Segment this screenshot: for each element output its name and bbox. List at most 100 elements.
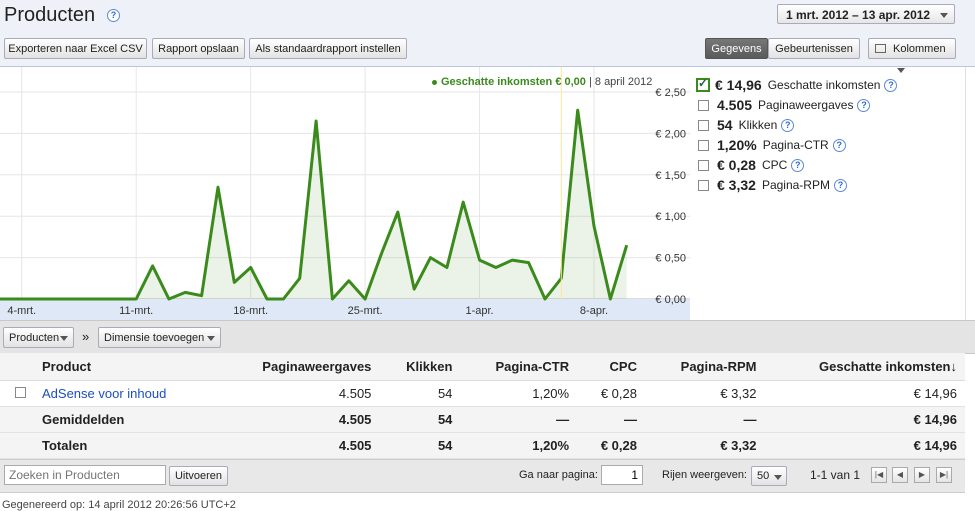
tooltip-date: 8 april 2012 <box>594 76 653 88</box>
dimension-dropdown[interactable]: Producten <box>3 327 74 348</box>
col-product[interactable]: Product <box>34 353 217 381</box>
chevron-down-icon <box>940 13 948 18</box>
avg-earnings: € 14,96 <box>764 406 965 433</box>
metric-label: Geschatte inkomsten <box>767 78 881 92</box>
dimension-label: Producten <box>9 332 60 344</box>
col-earnings[interactable]: Geschatte inkomsten↓ <box>764 353 965 381</box>
first-page-button[interactable]: |◀ <box>871 467 887 483</box>
metric-row[interactable]: 54 Klikken? <box>698 115 968 135</box>
avg-cpc: — <box>577 406 645 433</box>
table-row: AdSense voor inhoud 4.505 54 1,20% € 0,2… <box>0 380 965 407</box>
x-tick-label: 25-mrt. <box>348 305 383 317</box>
chart-tooltip: Geschatte inkomsten € 0,00 | 8 april 201… <box>432 76 652 88</box>
page-title: Producten <box>4 4 96 26</box>
rows-per-page-select[interactable]: 50 <box>751 466 787 486</box>
col-pageviews[interactable]: Paginaweergaves <box>216 353 380 381</box>
metric-value: 4.505 <box>717 97 753 113</box>
metric-checkbox[interactable] <box>698 119 709 131</box>
next-page-button[interactable]: ▶ <box>914 467 930 483</box>
metric-label: Pagina-CTR <box>762 138 829 152</box>
chevron-down-icon <box>60 336 68 341</box>
chevron-down-icon <box>897 67 905 73</box>
cell-rpm: € 3,32 <box>644 380 765 407</box>
col-rpm[interactable]: Pagina-RPM <box>644 353 765 381</box>
search-input[interactable] <box>4 465 166 485</box>
col-ctr[interactable]: Pagina-CTR <box>460 353 578 381</box>
table-header-row: Product Paginaweergaves Klikken Pagina-C… <box>0 353 965 381</box>
metric-checkbox[interactable] <box>696 76 710 92</box>
y-tick-label: € 0,00 <box>655 294 686 306</box>
chevron-down-icon <box>774 475 782 480</box>
metric-checkbox[interactable] <box>698 179 709 191</box>
add-dimension-dropdown[interactable]: Dimensie toevoegen <box>98 327 221 348</box>
help-icon[interactable]: ? <box>832 138 846 152</box>
x-tick-label: 18-mrt. <box>233 305 268 317</box>
metric-value: 1,20% <box>717 137 757 153</box>
metric-selector: € 14,96 Geschatte inkomsten? 4.505 Paginawe… <box>696 75 968 195</box>
earnings-chart[interactable]: € 0,00 € 0,50 € 1,00 € 1,50 € 2,00 € 2,50 4-mr… <box>0 67 690 320</box>
x-tick-label: 8-apr. <box>580 305 608 317</box>
metric-label: CPC <box>761 158 788 172</box>
cell-cpc: € 0,28 <box>577 380 645 407</box>
help-icon[interactable]: ? <box>791 158 805 172</box>
prev-page-button[interactable]: ◀ <box>892 467 908 483</box>
sort-arrow-icon: ↓ <box>950 359 958 374</box>
save-report-button[interactable]: Rapport opslaan <box>152 38 245 59</box>
help-icon[interactable]: ? <box>781 118 795 132</box>
export-csv-button[interactable]: Exporteren naar Excel CSV <box>4 38 147 59</box>
dimension-bar: Producten » Dimensie toevoegen <box>0 320 975 354</box>
search-button[interactable]: Uitvoeren <box>169 466 228 486</box>
report-header: Producten ? 1 mrt. 2012 – 13 apr. 2012 E… <box>0 0 975 73</box>
metric-checkbox[interactable] <box>698 99 709 111</box>
avg-rpm: — <box>644 406 765 433</box>
metric-row[interactable]: 1,20% Pagina-CTR? <box>698 135 968 155</box>
rows-per-page-value: 50 <box>757 470 770 482</box>
help-icon[interactable]: ? <box>107 9 120 22</box>
columns-icon <box>875 44 886 53</box>
x-tick-label: 1-apr. <box>465 305 493 317</box>
product-link[interactable]: AdSense voor inhoud <box>42 386 166 401</box>
avg-clicks: 54 <box>379 406 461 433</box>
breadcrumb-arrow: » <box>82 329 90 344</box>
tot-ctr: 1,20% <box>460 432 578 459</box>
tot-pageviews: 4.505 <box>216 432 380 459</box>
metric-row[interactable]: € 0,28 CPC? <box>698 155 968 175</box>
help-icon[interactable]: ? <box>857 98 871 112</box>
y-tick-label: € 1,50 <box>655 170 686 182</box>
columns-button[interactable]: Kolommen <box>868 38 956 73</box>
averages-row: Gemiddelden 4.505 54 — — — € 14,96 <box>0 406 965 433</box>
goto-page-input[interactable] <box>601 465 643 485</box>
metric-row[interactable]: € 3,32 Pagina-RPM? <box>698 175 968 195</box>
date-range-picker[interactable]: 1 mrt. 2012 – 13 apr. 2012 <box>777 4 955 24</box>
y-tick-label: € 2,50 <box>655 87 686 99</box>
col-earnings-label: Geschatte inkomsten <box>819 359 951 374</box>
cell-clicks: 54 <box>379 380 461 407</box>
tot-cpc: € 0,28 <box>577 432 645 459</box>
help-icon[interactable]: ? <box>884 78 898 92</box>
metric-label: Klikken <box>738 118 778 132</box>
col-cpc[interactable]: CPC <box>577 353 645 381</box>
cell-ctr: 1,20% <box>460 380 578 407</box>
row-checkbox[interactable] <box>15 387 26 398</box>
tooltip-label: Geschatte inkomsten € 0,00 <box>441 76 586 88</box>
tab-gegevens[interactable]: Gegevens <box>705 38 768 59</box>
col-clicks[interactable]: Klikken <box>379 353 461 381</box>
cell-pageviews: 4.505 <box>216 380 380 407</box>
add-dimension-label: Dimensie toevoegen <box>104 332 205 344</box>
metric-row[interactable]: € 14,96 Geschatte inkomsten? <box>696 75 968 95</box>
tot-clicks: 54 <box>379 432 461 459</box>
set-default-report-button[interactable]: Als standaardrapport instellen <box>249 38 407 59</box>
metric-checkbox[interactable] <box>698 159 709 171</box>
y-tick-label: € 0,50 <box>655 253 686 265</box>
totals-label: Totalen <box>34 432 217 459</box>
y-tick-label: € 1,00 <box>655 211 686 223</box>
metric-row[interactable]: 4.505 Paginaweergaves? <box>698 95 968 115</box>
tab-gebeurtenissen[interactable]: Gebeurtenissen <box>768 38 860 59</box>
averages-label: Gemiddelden <box>34 406 217 433</box>
last-page-button[interactable]: ▶| <box>936 467 952 483</box>
totals-row: Totalen 4.505 54 1,20% € 0,28 € 3,32 € 1… <box>0 432 965 459</box>
metric-value: 54 <box>717 117 733 133</box>
metric-checkbox[interactable] <box>698 139 709 151</box>
help-icon[interactable]: ? <box>833 178 847 192</box>
metric-label: Paginaweergaves <box>758 98 854 112</box>
